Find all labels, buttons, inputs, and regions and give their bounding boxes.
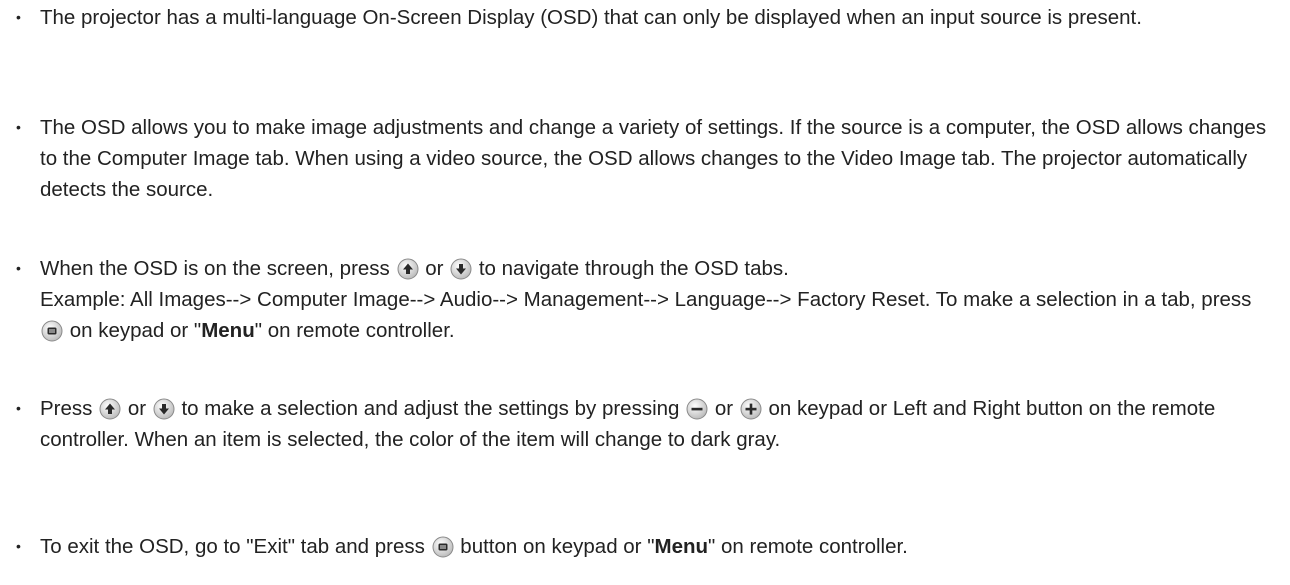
- menu-keyword: Menu: [201, 319, 255, 342]
- list-item: • To exit the OSD, go to "Exit" tab and …: [16, 531, 1280, 562]
- bullet-icon: •: [16, 260, 21, 276]
- bullet-text: to make a selection and adjust the setti…: [181, 397, 680, 420]
- bullet-text: Press: [40, 397, 93, 420]
- list-item: • The projector has a multi-language On-…: [16, 2, 1280, 33]
- bullet-text: button on keypad or ": [460, 535, 655, 558]
- bullet-text: When the OSD is on the screen, press: [40, 257, 390, 280]
- bullet-icon: •: [16, 119, 21, 135]
- bullet-text: Example: All Images--> Computer Image-->…: [40, 288, 1252, 311]
- bullet-text: The projector has a multi-language On-Sc…: [40, 6, 1142, 29]
- list-item: • Press or to make a selection and adjus…: [16, 393, 1280, 455]
- bullet-text: to navigate through the OSD tabs.: [478, 257, 789, 280]
- bullet-text: or: [714, 397, 734, 420]
- bullet-icon: •: [16, 538, 21, 554]
- menu-button-icon: [41, 320, 63, 342]
- down-arrow-button-icon: [153, 398, 175, 420]
- bullet-icon: •: [16, 400, 21, 416]
- bullet-text: " on remote controller.: [708, 535, 908, 558]
- bullet-text: or: [425, 257, 444, 280]
- up-arrow-button-icon: [99, 398, 121, 420]
- up-arrow-button-icon: [397, 258, 419, 280]
- minus-button-icon: [686, 398, 708, 420]
- bullet-icon: •: [16, 9, 21, 25]
- menu-keyword: Menu: [654, 535, 709, 558]
- bullet-text: or: [127, 397, 147, 420]
- menu-button-icon: [432, 536, 454, 558]
- bullet-text: on keypad or ": [69, 319, 202, 342]
- bullet-text: " on remote controller.: [254, 319, 455, 342]
- list-item: • The OSD allows you to make image adjus…: [16, 112, 1280, 205]
- list-item: • When the OSD is on the screen, press o…: [16, 253, 1280, 346]
- plus-button-icon: [740, 398, 762, 420]
- bullet-text: To exit the OSD, go to "Exit" tab and pr…: [40, 535, 425, 558]
- bullet-text: The OSD allows you to make image adjustm…: [40, 116, 1267, 201]
- down-arrow-button-icon: [450, 258, 472, 280]
